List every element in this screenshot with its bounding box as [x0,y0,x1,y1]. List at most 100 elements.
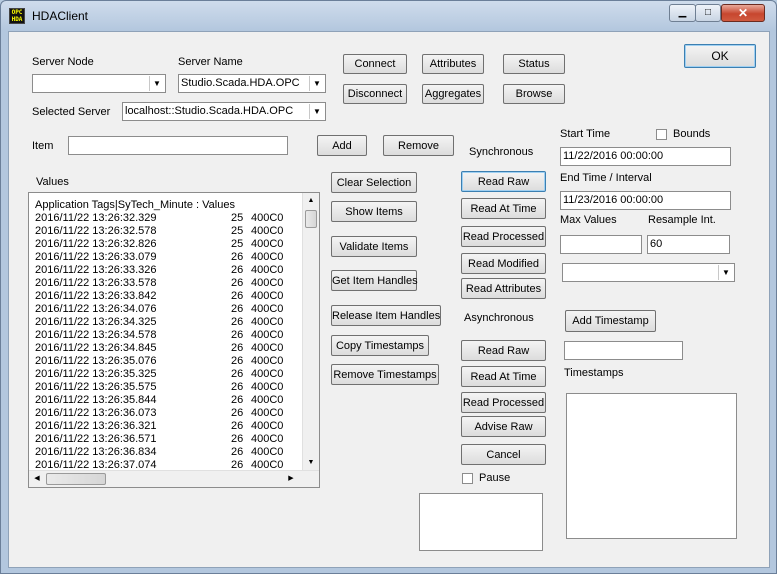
value-cell: 26 [231,277,244,289]
selected-server-combo[interactable]: localhost::Studio.Scada.HDA.OPC ▼ [122,102,326,121]
window-title: HDAClient [32,9,89,23]
vertical-scroll-thumb[interactable] [305,210,317,228]
browse-button[interactable]: Browse [503,84,565,104]
async-cancel-button[interactable]: Cancel [461,444,546,465]
horizontal-scroll-thumb[interactable] [46,473,106,485]
list-item[interactable]: 2016/11/22 13:26:36.571 26 400C0 [35,433,305,445]
list-item[interactable]: 2016/11/22 13:26:33.842 26 400C0 [35,290,305,302]
end-time-input[interactable]: 11/23/2016 00:00:00 [560,191,731,210]
server-node-combo[interactable]: ▼ [32,74,166,93]
timestamps-label: Timestamps [564,367,624,379]
list-item[interactable]: 2016/11/22 13:26:36.321 26 400C0 [35,420,305,432]
status-button[interactable]: Status [503,54,565,74]
timestamps-list[interactable] [566,393,737,539]
timestamp-cell: 2016/11/22 13:26:34.578 [35,329,157,341]
async-read-at-time-button[interactable]: Read At Time [461,366,546,387]
quality-cell: 400C0 [251,381,284,393]
async-read-processed-button[interactable]: Read Processed [461,392,546,413]
list-item[interactable]: 2016/11/22 13:26:35.076 26 400C0 [35,355,305,367]
sync-read-at-time-button[interactable]: Read At Time [461,198,546,219]
list-item[interactable]: 2016/11/22 13:26:34.578 26 400C0 [35,329,305,341]
pause-label: Pause [479,472,511,484]
list-item[interactable]: 2016/11/22 13:26:32.329 25 400C0 [35,212,305,224]
release-item-handles-button[interactable]: Release Item Handles [331,305,441,326]
list-item[interactable]: 2016/11/22 13:26:33.326 26 400C0 [35,264,305,276]
chevron-down-icon[interactable]: ▼ [309,76,324,91]
list-item[interactable]: 2016/11/22 13:26:35.844 26 400C0 [35,394,305,406]
list-item[interactable]: 2016/11/22 13:26:36.834 26 400C0 [35,446,305,458]
list-item[interactable]: 2016/11/22 13:26:34.076 26 400C0 [35,303,305,315]
vertical-scrollbar[interactable]: ▲ ▼ [302,193,319,471]
resample-int-input[interactable]: 60 [647,235,730,254]
scroll-left-icon[interactable]: ◀ [29,471,45,487]
quality-cell: 400C0 [251,316,284,328]
horizontal-scrollbar[interactable]: ◀ ▶ [29,470,319,487]
sync-read-attributes-button[interactable]: Read Attributes [461,278,546,299]
aggregate-combo[interactable]: ▼ [562,263,735,282]
add-button[interactable]: Add [317,135,367,156]
quality-cell: 400C0 [251,251,284,263]
values-list[interactable]: Application Tags|SyTech_Minute : Values … [28,192,320,488]
value-cell: 26 [231,342,244,354]
timestamp-cell: 2016/11/22 13:26:33.326 [35,264,157,276]
timestamp-cell: 2016/11/22 13:26:35.575 [35,381,157,393]
attributes-button[interactable]: Attributes [422,54,484,74]
max-values-input[interactable] [560,235,642,254]
clear-selection-button[interactable]: Clear Selection [331,172,417,193]
title-bar[interactable]: OPC HDA HDAClient ▁ □ ✕ [1,1,776,31]
validate-items-button[interactable]: Validate Items [331,236,417,257]
show-items-button[interactable]: Show Items [331,201,417,222]
chevron-down-icon[interactable]: ▼ [718,265,733,280]
quality-cell: 400C0 [251,225,284,237]
sync-read-raw-button[interactable]: Read Raw [461,171,546,192]
list-item[interactable]: 2016/11/22 13:26:36.073 26 400C0 [35,407,305,419]
list-item[interactable]: 2016/11/22 13:26:32.578 25 400C0 [35,225,305,237]
quality-cell: 400C0 [251,355,284,367]
sync-read-modified-button[interactable]: Read Modified [461,253,546,274]
value-cell: 26 [231,251,244,263]
quality-cell: 400C0 [251,329,284,341]
maximize-button[interactable]: □ [695,4,721,22]
chevron-down-icon[interactable]: ▼ [149,76,164,91]
list-item[interactable]: 2016/11/22 13:26:32.826 25 400C0 [35,238,305,250]
timestamp-input[interactable] [564,341,683,360]
server-name-value: Studio.Scada.HDA.OPC [181,77,300,89]
scroll-up-icon[interactable]: ▲ [303,193,319,209]
item-input[interactable] [68,136,288,155]
start-time-input[interactable]: 11/22/2016 00:00:00 [560,147,731,166]
list-item[interactable]: 2016/11/22 13:26:35.325 26 400C0 [35,368,305,380]
max-values-label: Max Values [560,214,617,226]
disconnect-button[interactable]: Disconnect [343,84,407,104]
pause-checkbox[interactable] [462,473,473,484]
list-header: Application Tags|SyTech_Minute : Values [35,199,235,211]
remove-button[interactable]: Remove [383,135,454,156]
value-cell: 25 [231,212,244,224]
close-button[interactable]: ✕ [721,4,765,22]
async-status-box[interactable] [419,493,543,551]
minimize-button[interactable]: ▁ [669,4,696,22]
list-item[interactable]: 2016/11/22 13:26:33.578 26 400C0 [35,277,305,289]
ok-button[interactable]: OK [684,44,756,68]
async-read-raw-button[interactable]: Read Raw [461,340,546,361]
scroll-down-icon[interactable]: ▼ [303,455,319,471]
remove-timestamps-button[interactable]: Remove Timestamps [331,364,439,385]
chevron-down-icon[interactable]: ▼ [309,104,324,119]
aggregates-button[interactable]: Aggregates [422,84,484,104]
timestamp-cell: 2016/11/22 13:26:35.076 [35,355,157,367]
connect-button[interactable]: Connect [343,54,407,74]
copy-timestamps-button[interactable]: Copy Timestamps [331,335,429,356]
value-cell: 26 [231,433,244,445]
list-item[interactable]: 2016/11/22 13:26:34.845 26 400C0 [35,342,305,354]
quality-cell: 400C0 [251,420,284,432]
server-name-combo[interactable]: Studio.Scada.HDA.OPC ▼ [178,74,326,93]
get-item-handles-button[interactable]: Get Item Handles [331,270,418,291]
add-timestamp-button[interactable]: Add Timestamp [565,310,656,332]
async-advise-raw-button[interactable]: Advise Raw [461,416,546,437]
list-item[interactable]: 2016/11/22 13:26:35.575 26 400C0 [35,381,305,393]
sync-read-processed-button[interactable]: Read Processed [461,226,546,247]
list-item[interactable]: 2016/11/22 13:26:33.079 26 400C0 [35,251,305,263]
list-item[interactable]: 2016/11/22 13:26:34.325 26 400C0 [35,316,305,328]
timestamp-cell: 2016/11/22 13:26:32.578 [35,225,157,237]
bounds-checkbox[interactable] [656,129,667,140]
scroll-right-icon[interactable]: ▶ [283,471,299,487]
